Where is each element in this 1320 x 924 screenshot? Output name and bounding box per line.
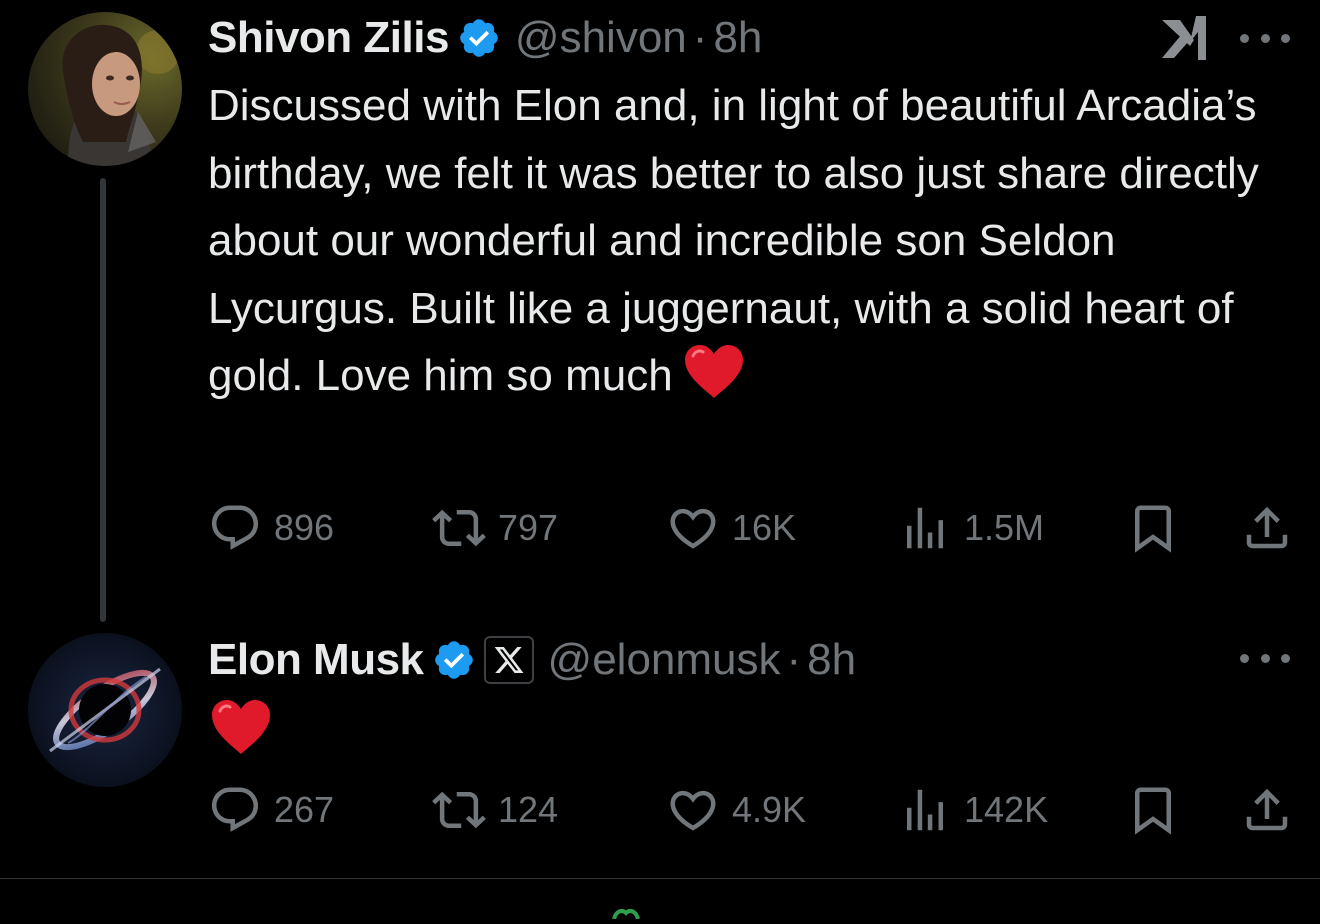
reply-button[interactable]: 267 (208, 780, 334, 840)
tweet-shivon[interactable]: Shivon Zilis @shivon · 8h Discussed with… (0, 0, 1320, 622)
bookmark-icon (1135, 787, 1171, 835)
heart-emoji-icon (210, 698, 272, 756)
share-icon (1246, 506, 1288, 549)
share-icon (1246, 788, 1288, 831)
bookmark-icon (1135, 505, 1171, 553)
reply-icon (211, 787, 259, 832)
views-icon (907, 789, 943, 831)
grok-icon[interactable] (1160, 12, 1214, 64)
x-logo-icon[interactable] (483, 636, 534, 684)
verified-badge-icon[interactable] (457, 16, 501, 60)
author-handle[interactable]: @shivon (515, 13, 687, 63)
like-icon (670, 508, 716, 549)
repost-icon (432, 791, 486, 829)
like-count: 16K (732, 507, 797, 548)
like-button[interactable]: 4.9K (666, 780, 806, 840)
views-icon (907, 507, 943, 549)
repost-count: 797 (498, 507, 559, 548)
separator: · (786, 635, 802, 684)
avatar[interactable] (28, 633, 182, 787)
like-count: 4.9K (732, 789, 807, 830)
more-icon[interactable] (1240, 648, 1290, 668)
timestamp[interactable]: 8h (713, 13, 762, 63)
thread-line (100, 178, 106, 622)
like-button[interactable]: 16K (666, 498, 796, 558)
author-handle[interactable]: @elonmusk (548, 635, 781, 685)
like-icon (670, 790, 716, 831)
timestamp[interactable]: 8h (807, 635, 856, 685)
repost-button[interactable]: 797 (432, 498, 558, 558)
share-button[interactable] (1240, 498, 1294, 558)
avatar-image (28, 633, 182, 787)
verified-badge-icon[interactable] (432, 638, 476, 682)
reply-icon (211, 505, 259, 550)
partial-icon (608, 906, 644, 920)
views-count: 1.5M (964, 507, 1045, 548)
repost-button[interactable]: 124 (432, 780, 558, 840)
avatar-image (28, 12, 182, 166)
bookmark-button[interactable] (1126, 498, 1180, 558)
repost-count: 124 (498, 789, 559, 830)
views-button[interactable]: 1.5M (898, 498, 1044, 558)
reply-count: 267 (274, 789, 335, 830)
views-count: 142K (964, 789, 1049, 830)
views-button[interactable]: 142K (898, 780, 1048, 840)
divider (0, 878, 1320, 879)
action-bar: 896 797 16K 1.5M (208, 498, 1298, 558)
tweet-header: Shivon Zilis @shivon · 8h (208, 8, 762, 68)
avatar[interactable] (28, 12, 182, 166)
more-icon[interactable] (1240, 28, 1290, 48)
reply-button[interactable]: 896 (208, 498, 334, 558)
tweet-elon[interactable]: Elon Musk @elonmusk · 8h 267 124 4.9K 14… (0, 620, 1320, 878)
separator: · (692, 13, 708, 62)
author-name[interactable]: Shivon Zilis (208, 13, 449, 63)
bookmark-button[interactable] (1126, 780, 1180, 840)
repost-icon (432, 509, 486, 547)
action-bar: 267 124 4.9K 142K (208, 780, 1298, 840)
tweet-header: Elon Musk @elonmusk · 8h (208, 630, 856, 690)
author-name[interactable]: Elon Musk (208, 635, 424, 685)
share-button[interactable] (1240, 780, 1294, 840)
reply-count: 896 (274, 507, 335, 548)
heart-emoji-icon (683, 344, 745, 400)
tweet-text: Discussed with Elon and, in light of bea… (208, 72, 1298, 410)
